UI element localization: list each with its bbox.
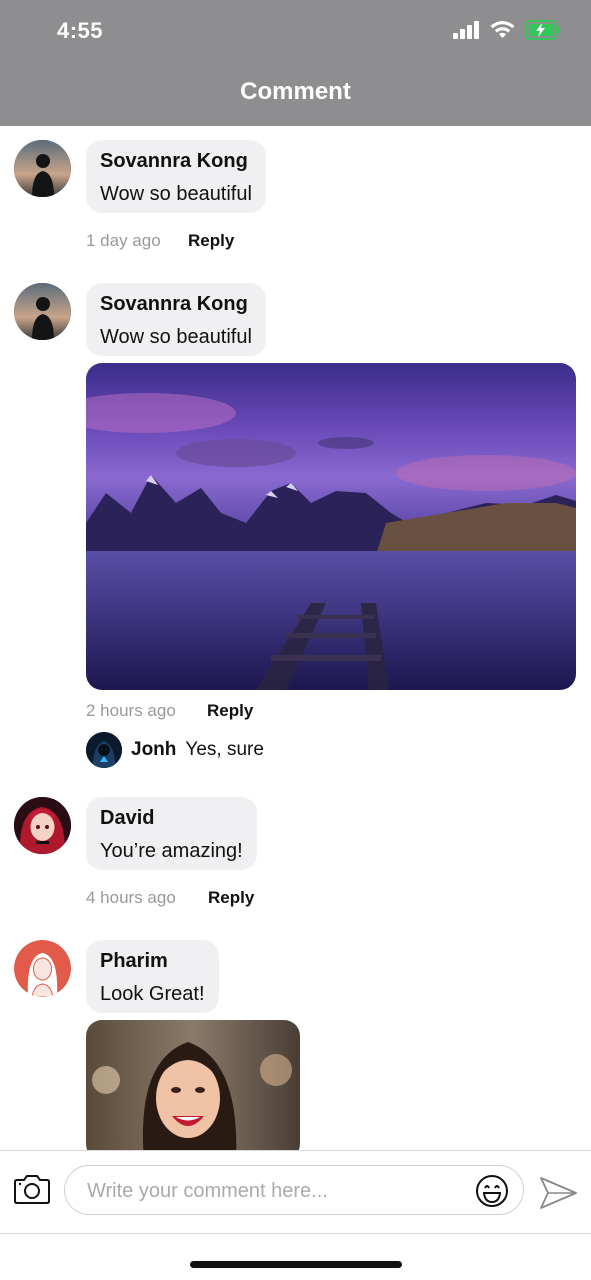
comment-author[interactable]: Pharim [100,950,205,972]
reply-button[interactable]: Reply [207,701,253,721]
wifi-icon [490,21,515,38]
comment-attachment-image[interactable] [86,1020,300,1150]
landscape-photo [86,363,576,690]
camera-icon[interactable] [13,1173,51,1205]
status-and-nav-bar: 4:55 Comment [0,0,591,126]
avatar[interactable] [14,140,71,197]
comment-input[interactable] [85,1176,469,1206]
status-icons [453,20,561,40]
reply-item[interactable]: Jonh Yes, sure [86,732,264,768]
comment-timestamp: 1 day ago [86,231,161,250]
comment-text: You’re amazing! [100,840,243,862]
comment-author[interactable]: Sovannra Kong [100,150,252,172]
avatar-anime-girl-image [14,797,71,854]
page-title: Comment [240,78,351,105]
comment-bubble: David You’re amazing! [86,797,257,870]
signal-icon [453,21,479,39]
reply-author[interactable]: Jonh [131,739,176,761]
avatar-illustrated-woman-image [14,940,71,997]
comment-bubble: Sovannra Kong Wow so beautiful [86,283,266,356]
status-time: 4:55 [57,18,104,43]
avatar[interactable] [14,797,71,854]
comment-list[interactable]: Sovannra Kong Wow so beautiful 1 day ago… [0,126,591,1150]
portrait-photo [86,1020,300,1150]
reply-button[interactable]: Reply [208,888,254,908]
send-icon[interactable] [538,1175,578,1211]
comment-text: Wow so beautiful [100,183,252,205]
comment-bubble: Sovannra Kong Wow so beautiful [86,140,266,213]
battery-charging-icon [525,20,560,40]
comment-bubble: Pharim Look Great! [86,940,219,1013]
emoji-icon[interactable] [475,1174,509,1208]
home-indicator[interactable] [190,1261,402,1268]
comment-author[interactable]: Sovannra Kong [100,293,252,315]
reply-text: Yes, sure [185,739,264,760]
comment-composer [0,1150,591,1234]
comment-author[interactable]: David [100,807,243,829]
avatar-silhouette-image [14,283,71,340]
comment-input-field[interactable] [64,1165,524,1215]
avatar-silhouette-image [14,140,71,197]
avatar[interactable] [14,940,71,997]
avatar[interactable] [14,283,71,340]
comment-timestamp: 2 hours ago [86,701,176,720]
comment-text: Wow so beautiful [100,326,252,348]
avatar-hooded-figure-image [86,732,122,768]
reply-button[interactable]: Reply [188,231,234,251]
comment-attachment-image[interactable] [86,363,576,690]
comment-text: Look Great! [100,983,205,1005]
avatar[interactable] [86,732,122,768]
comment-timestamp: 4 hours ago [86,888,176,907]
